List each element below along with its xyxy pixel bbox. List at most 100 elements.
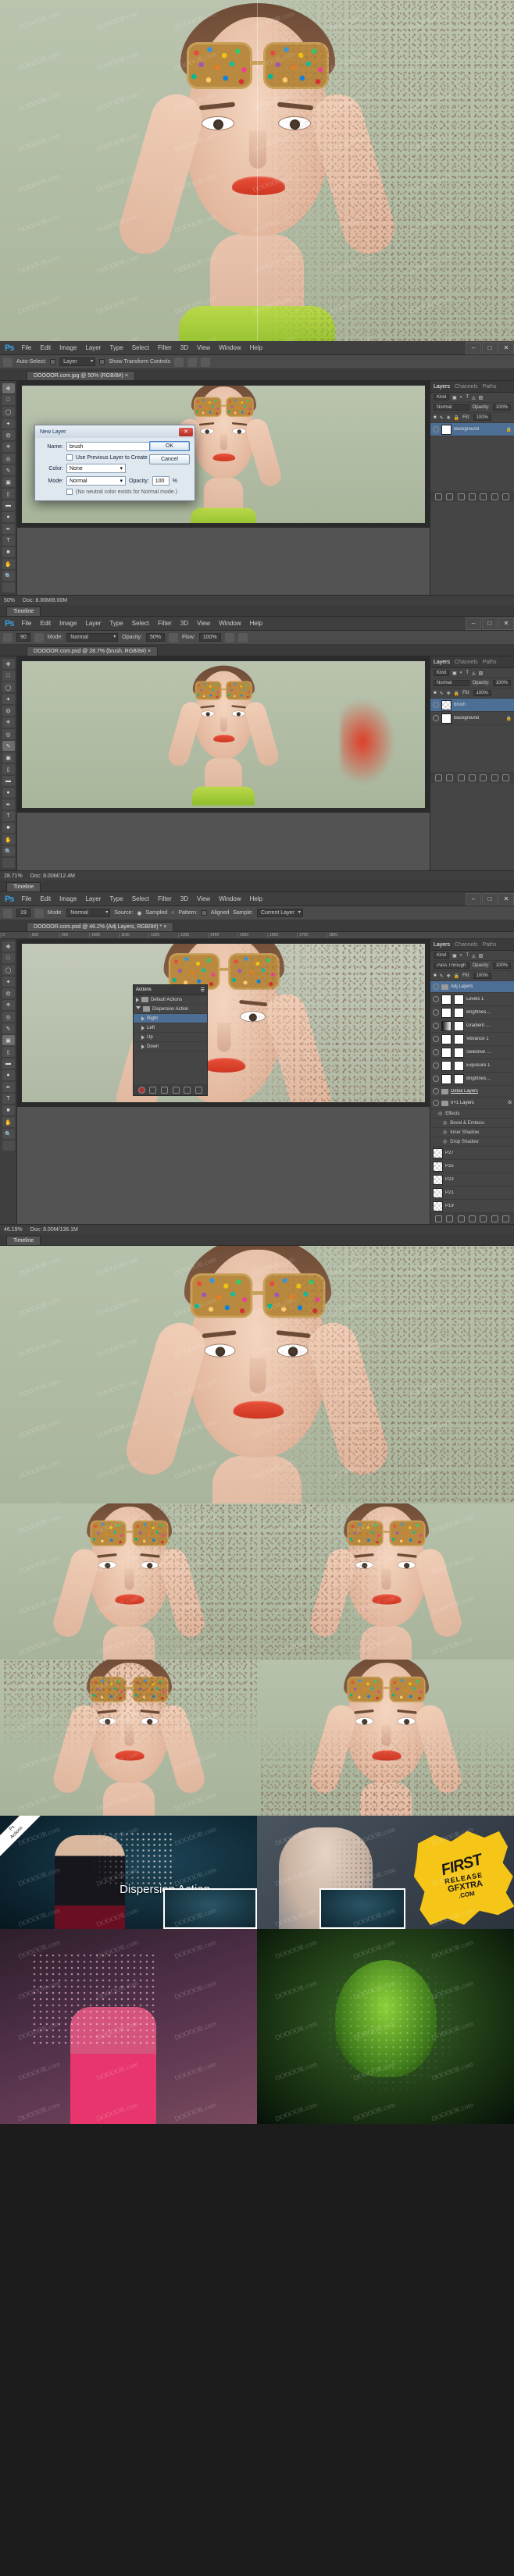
chevron-right-icon[interactable] [141, 1044, 145, 1049]
tool-eyedropper-icon[interactable]: ⎈ [2, 717, 15, 728]
lock-all-icon[interactable]: 🔒 [454, 973, 459, 979]
tab-close-icon[interactable]: × [148, 649, 151, 654]
tool-lasso-icon[interactable]: ◯ [2, 407, 15, 417]
layer-row-p21[interactable]: P21 [430, 1187, 514, 1200]
eye-icon[interactable] [433, 1036, 439, 1042]
layers-panel-footer[interactable] [430, 491, 514, 502]
menu-3d[interactable]: 3D [180, 344, 188, 351]
window-controls[interactable]: – □ ✕ [465, 617, 514, 630]
tab-layers[interactable]: Layers [434, 660, 450, 665]
tool-brush-icon[interactable]: ✎ [2, 1023, 15, 1034]
lock-position-icon[interactable]: ✥ [447, 415, 451, 421]
align-center-icon[interactable] [187, 357, 198, 367]
eye-icon[interactable]: ◎ [443, 1130, 447, 1135]
toolbar[interactable]: ✥ □ ◯ ✦ ⏣ ⎈ ◎ ✎ ▣ ▯ ▬ ● ✒ T ■ ✋ 🔍 [0, 939, 17, 1224]
filter-adjustment-icon[interactable]: ◐ [460, 953, 463, 958]
clone-blend-mode[interactable]: Normal [66, 909, 111, 917]
tool-hand-icon[interactable]: ✋ [2, 1117, 15, 1127]
promo-thumbnail[interactable] [163, 1888, 257, 1929]
tool-type-icon[interactable]: T [2, 1094, 15, 1104]
sampled-radio[interactable]: ◉ [137, 910, 141, 916]
close-button[interactable]: ✕ [498, 341, 514, 354]
sample-select[interactable]: Current Layer [256, 909, 303, 917]
layer-group-detail-layers[interactable]: Detail Layers [430, 1086, 514, 1098]
tool-zoom-icon[interactable]: 🔍 [2, 1129, 15, 1139]
menu-select[interactable]: Select [132, 344, 149, 351]
lock-image-icon[interactable]: ✎ [440, 973, 444, 979]
lock-transparent-icon[interactable]: ■ [434, 415, 437, 420]
delete-layer-icon[interactable] [502, 493, 510, 500]
filter-shape-icon[interactable]: ◬ [472, 395, 476, 400]
menu-type[interactable]: Type [109, 344, 123, 351]
tool-crop-icon[interactable]: ⏣ [2, 430, 15, 440]
filter-type-icon[interactable]: T [466, 953, 469, 958]
layer-filter-row[interactable]: Kind ▣ ◐ T ◬ ▧ [430, 668, 514, 678]
auto-select-checkbox[interactable] [50, 359, 56, 365]
zoom-level[interactable]: 46.19% [4, 1227, 23, 1233]
minimize-button[interactable]: – [466, 892, 481, 906]
menu-file[interactable]: File [21, 344, 31, 351]
actions-panel[interactable]: Actions ☰ Default Actions Dispersion Act… [133, 984, 208, 1096]
eye-icon[interactable] [433, 1100, 439, 1106]
tool-brush-icon[interactable]: ✎ [2, 741, 15, 751]
lock-transparent-icon[interactable]: ■ [434, 691, 437, 696]
layer-filter-row[interactable]: Kind ▣ ◐ T ◬ ▧ [430, 393, 514, 403]
zoom-level[interactable]: 28.71% [4, 873, 23, 879]
menu-edit[interactable]: Edit [40, 895, 51, 902]
show-transform-checkbox[interactable] [99, 359, 105, 365]
add-style-icon[interactable] [446, 774, 454, 781]
clone-source-panel-icon[interactable] [34, 908, 44, 918]
menu-view[interactable]: View [197, 620, 210, 627]
menu-edit[interactable]: Edit [40, 620, 51, 627]
opacity-input[interactable]: 100 [152, 476, 170, 486]
layer-row-background[interactable]: Background 🔒 [430, 423, 514, 436]
new-action-icon[interactable] [184, 1086, 191, 1094]
tool-healing-icon[interactable]: ◎ [2, 1012, 15, 1022]
menu-help[interactable]: Help [250, 620, 262, 627]
layer-row-brightness-2[interactable]: Brightnes… [430, 1073, 514, 1086]
menu-view[interactable]: View [197, 344, 210, 351]
new-layer-dialog[interactable]: New Layer ✕ Name: brush Use Previous Lay… [34, 425, 195, 501]
minimize-button[interactable]: – [466, 617, 481, 630]
tab-paths[interactable]: Paths [483, 384, 497, 390]
tab-layers[interactable]: Layers [434, 942, 450, 948]
menu-filter[interactable]: Filter [158, 895, 172, 902]
blend-opacity-row[interactable]: Normal Opacity: 100% [430, 678, 514, 688]
layer-row-exposure[interactable]: Exposure 1 [430, 1059, 514, 1073]
chevron-right-icon[interactable] [141, 1016, 145, 1021]
layers-panel-footer[interactable] [430, 772, 514, 783]
maximize-button[interactable]: □ [482, 617, 498, 630]
panel-tab-bar[interactable]: Layers Channels Paths [430, 656, 514, 668]
add-mask-icon[interactable] [457, 493, 465, 500]
tool-eraser-icon[interactable]: ▯ [2, 489, 15, 499]
delete-layer-icon[interactable] [502, 1215, 510, 1222]
chevron-right-icon[interactable] [141, 1034, 145, 1040]
tool-magic-wand-icon[interactable]: ✦ [2, 977, 15, 987]
menu-help[interactable]: Help [250, 344, 262, 351]
document-tab[interactable]: DOOOOR.com.psd @ 28.7% (brush, RGB/8#) × [27, 646, 159, 656]
effect-drop-shadow[interactable]: ◎ Drop Shadow [430, 1137, 514, 1147]
eye-icon[interactable] [433, 1088, 439, 1094]
eye-icon[interactable]: ◎ [443, 1120, 447, 1126]
tool-type-icon[interactable]: T [2, 811, 15, 821]
tool-crop-icon[interactable]: ⏣ [2, 706, 15, 716]
menu-window[interactable]: Window [219, 344, 241, 351]
eye-icon[interactable] [433, 1076, 439, 1082]
pressure-opacity-icon[interactable] [168, 632, 178, 642]
layer-row-p25[interactable]: P25 [430, 1160, 514, 1173]
eye-icon[interactable] [433, 1049, 439, 1055]
window-controls[interactable]: – □ ✕ [465, 341, 514, 354]
menu-layer[interactable]: Layer [85, 620, 101, 627]
add-style-icon[interactable] [446, 493, 454, 500]
panel-menu-icon[interactable]: ☰ [201, 987, 205, 993]
tool-eraser-icon[interactable]: ▯ [2, 1047, 15, 1057]
filter-shape-icon[interactable]: ◬ [472, 953, 476, 959]
minimize-button[interactable]: – [466, 341, 481, 354]
mode-select[interactable]: Normal ▾ [66, 476, 126, 486]
close-button[interactable]: ✕ [498, 892, 514, 906]
lock-position-icon[interactable]: ✥ [447, 973, 451, 979]
tool-brush-icon[interactable]: ✎ [2, 465, 15, 475]
tool-zoom-icon[interactable]: 🔍 [2, 571, 15, 581]
lock-all-icon[interactable]: 🔒 [454, 691, 459, 696]
layer-row-brightness[interactable]: Brightnes… [430, 1006, 514, 1019]
